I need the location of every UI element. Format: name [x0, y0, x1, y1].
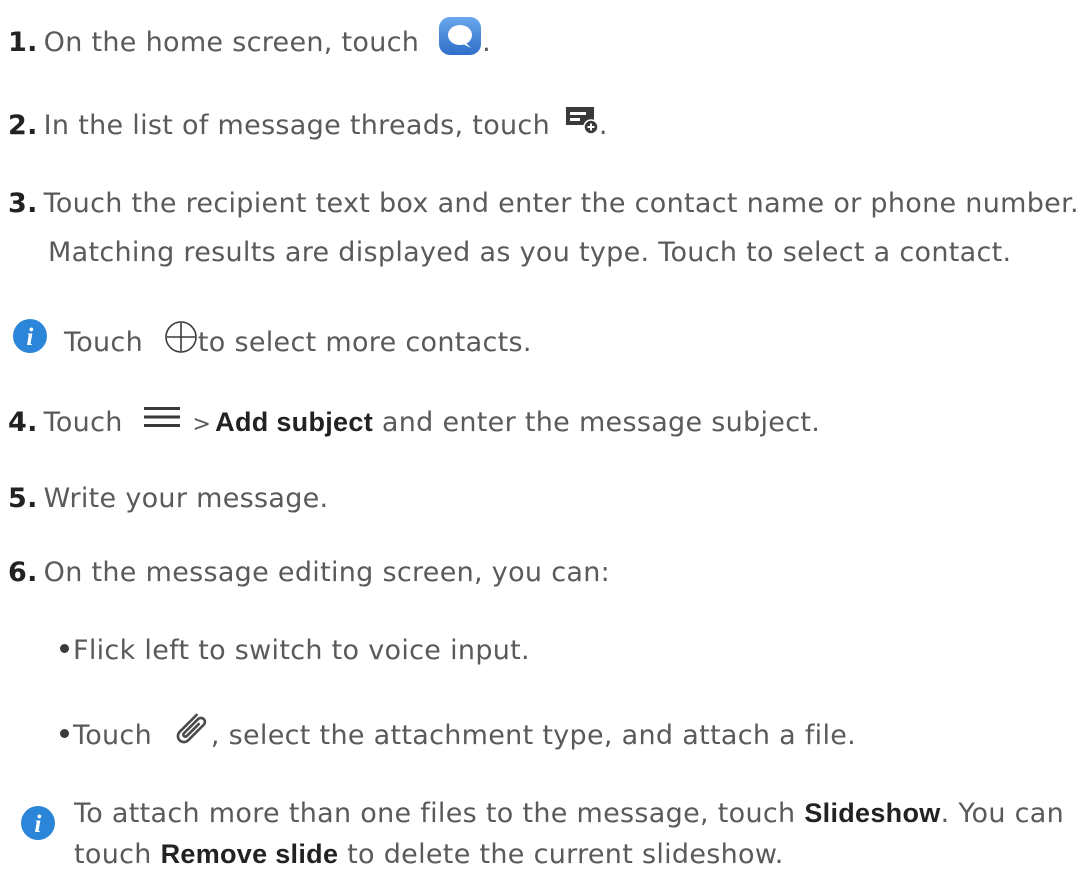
info-icon: i: [12, 318, 48, 361]
step-number: 6.: [8, 557, 38, 588]
step-text: Matching results are displayed as you ty…: [48, 237, 1012, 268]
step-number: 2.: [8, 110, 38, 141]
note-text-end: . You can: [940, 798, 1065, 829]
step-5: 5. Write your message.: [8, 483, 328, 514]
step-text: In the list of message threads, touch: [43, 110, 550, 141]
menu-icon: [143, 404, 180, 435]
bullet-text-end: , select the attachment type, and attach…: [210, 720, 857, 751]
step-text: On the home screen, touch: [43, 27, 420, 58]
step-number: 3.: [8, 188, 38, 219]
step-text-end: .: [482, 27, 491, 58]
step-text: Touch: [43, 407, 123, 438]
note-2-line-2: touch Remove slide to delete the current…: [74, 839, 784, 870]
svg-text:i: i: [34, 811, 41, 838]
bullet-dot: [60, 729, 69, 738]
messaging-app-icon: [438, 16, 482, 63]
bullet-text: Flick left to switch to voice input.: [73, 635, 530, 666]
new-message-icon: [565, 104, 599, 141]
step-text-end: .: [598, 110, 608, 141]
add-circle-icon: [164, 320, 198, 361]
svg-text:i: i: [26, 324, 33, 351]
remove-slide-label: Remove slide: [160, 839, 339, 869]
step-text-end: and enter the message subject.: [381, 407, 821, 438]
slideshow-label: Slideshow: [804, 798, 941, 828]
note-text: touch: [74, 839, 152, 870]
bullet-dot: [60, 644, 69, 653]
step-number: 4.: [8, 407, 38, 438]
step-6: 6. On the message editing screen, you can…: [8, 557, 610, 588]
step-2: 2. In the list of message threads, touch …: [8, 107, 608, 145]
step-number: 1.: [8, 27, 38, 58]
info-icon: i: [20, 805, 56, 848]
paperclip-icon: [171, 711, 211, 754]
bullet-2: Touch , select the attachment type, and …: [60, 713, 857, 758]
bullet-text: Touch: [73, 720, 152, 751]
bullet-1: Flick left to switch to voice input.: [60, 635, 530, 666]
step-4: 4. Touch > Add subject and enter the messa…: [8, 407, 820, 439]
step-number: 5.: [8, 483, 38, 514]
note-text-end: to select more contacts.: [197, 327, 532, 358]
note-2-line-1: i To attach more than one files to the m…: [20, 793, 1065, 840]
note-text-end: to delete the current slideshow.: [347, 839, 784, 870]
step-3-line-1: 3. Touch the recipient text box and enter…: [8, 188, 1079, 219]
step-text: Touch the recipient text box and enter t…: [43, 188, 1079, 219]
note-1: i Touch to select more contacts.: [12, 319, 532, 365]
step-3-line-2: Matching results are displayed as you ty…: [48, 237, 1011, 268]
add-subject-label: Add subject: [215, 407, 373, 437]
note-text: To attach more than one files to the mes…: [74, 798, 796, 829]
note-text: Touch: [64, 327, 143, 358]
menu-separator: >: [192, 412, 212, 437]
step-1: 1. On the home screen, touch .: [8, 17, 491, 67]
step-text: Write your message.: [43, 483, 329, 514]
step-text: On the message editing screen, you can:: [43, 557, 611, 588]
